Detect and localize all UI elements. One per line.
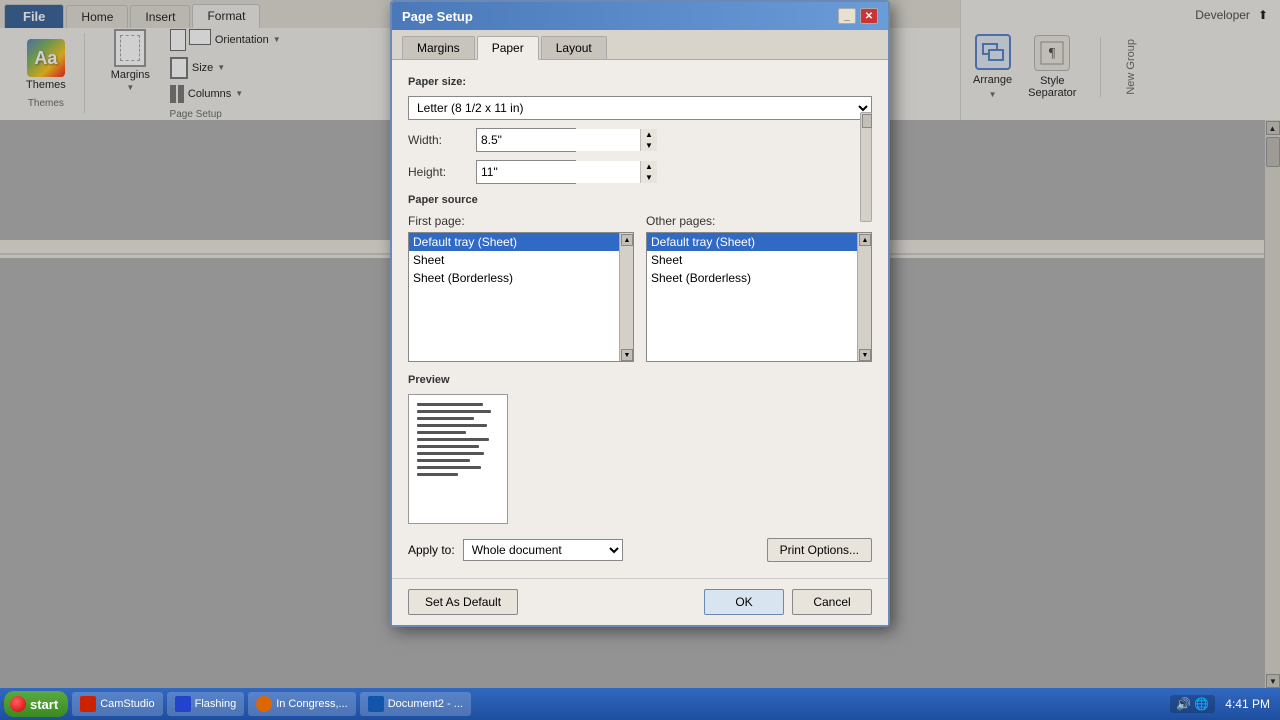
- other-pages-item-2[interactable]: Sheet (Borderless): [647, 269, 871, 287]
- camstudio-label: CamStudio: [100, 698, 154, 710]
- browser-label: In Congress,...: [276, 698, 348, 710]
- first-page-item-2[interactable]: Sheet (Borderless): [409, 269, 633, 287]
- camstudio-icon: [80, 696, 96, 712]
- systray-icons: 🔊 🌐: [1176, 697, 1209, 711]
- dialog-scroll-thumb: [862, 114, 872, 128]
- preview-line-2: [417, 410, 491, 413]
- preview-label: Preview: [408, 374, 872, 386]
- word-icon: [368, 696, 384, 712]
- systray: 🔊 🌐: [1170, 695, 1215, 713]
- paper-source-section: Paper source First page: Default tray (S…: [408, 194, 872, 362]
- word-label: Document2 - ...: [388, 698, 463, 710]
- taskbar-item-camstudio[interactable]: CamStudio: [72, 692, 162, 716]
- taskbar-item-browser[interactable]: In Congress,...: [248, 692, 356, 716]
- footer-right: OK Cancel: [704, 589, 872, 615]
- preview-line-6: [417, 438, 489, 441]
- height-spinner-btns: ▲ ▼: [640, 161, 657, 183]
- taskbar-time: 4:41 PM: [1219, 695, 1276, 713]
- first-page-scrollbar[interactable]: ▲ ▼: [619, 233, 633, 361]
- cancel-button[interactable]: Cancel: [792, 589, 872, 615]
- dialog-tab-paper[interactable]: Paper: [477, 36, 539, 60]
- start-label: start: [30, 697, 58, 712]
- paper-source-label: Paper source: [408, 194, 872, 206]
- start-orb-icon: [10, 696, 26, 712]
- width-up-btn[interactable]: ▲: [641, 129, 657, 140]
- dialog-close-btn[interactable]: ✕: [860, 8, 878, 24]
- start-button[interactable]: start: [4, 691, 68, 717]
- other-pages-group: Other pages: Default tray (Sheet) Sheet …: [646, 214, 872, 362]
- width-row: Width: 8.5" ▲ ▼: [408, 128, 872, 152]
- apply-to-label: Apply to:: [408, 543, 455, 557]
- width-spinner-btns: ▲ ▼: [640, 129, 657, 151]
- preview-line-1: [417, 403, 483, 406]
- browser-icon: [256, 696, 272, 712]
- first-page-group: First page: Default tray (Sheet) Sheet S…: [408, 214, 634, 362]
- dialog-minimize-btn[interactable]: _: [838, 8, 856, 24]
- other-pages-label: Other pages:: [646, 214, 872, 228]
- preview-line-7: [417, 445, 479, 448]
- preview-line-11: [417, 473, 458, 476]
- apply-to-select[interactable]: Whole document This point forward: [463, 539, 623, 561]
- width-label: Width:: [408, 133, 468, 147]
- preview-line-4: [417, 424, 487, 427]
- other-pages-item-1[interactable]: Sheet: [647, 251, 871, 269]
- dialog-title: Page Setup: [402, 9, 473, 24]
- preview-box: [408, 394, 508, 524]
- dialog-tab-layout[interactable]: Layout: [541, 36, 607, 59]
- first-page-label: First page:: [408, 214, 634, 228]
- preview-line-8: [417, 452, 484, 455]
- other-pages-item-0[interactable]: Default tray (Sheet): [647, 233, 871, 251]
- preview-line-10: [417, 466, 481, 469]
- preview-line-5: [417, 431, 466, 434]
- dialog-footer: Set As Default OK Cancel: [392, 578, 888, 625]
- other-pages-scrollbar[interactable]: ▲ ▼: [857, 233, 871, 361]
- dialog-titlebar: Page Setup _ ✕: [392, 2, 888, 30]
- apply-to-row: Apply to: Whole document This point forw…: [408, 538, 872, 562]
- preview-section: Preview: [408, 374, 872, 524]
- other-pages-scroll-down[interactable]: ▼: [859, 349, 871, 361]
- first-page-item-1[interactable]: Sheet: [409, 251, 633, 269]
- flashing-label: Flashing: [195, 698, 237, 710]
- dialog-right-scrollbar[interactable]: [860, 112, 872, 222]
- first-page-scroll-up[interactable]: ▲: [621, 234, 633, 246]
- first-page-list[interactable]: Default tray (Sheet) Sheet Sheet (Border…: [408, 232, 634, 362]
- taskbar: start CamStudio Flashing In Congress,...…: [0, 688, 1280, 720]
- height-label: Height:: [408, 165, 468, 179]
- paper-size-select[interactable]: Letter (8 1/2 x 11 in) Legal (8 1/2 x 14…: [408, 96, 872, 120]
- height-input[interactable]: 11": [477, 161, 640, 183]
- paper-size-row: Letter (8 1/2 x 11 in) Legal (8 1/2 x 14…: [408, 96, 872, 120]
- dialog-tab-margins[interactable]: Margins: [402, 36, 475, 59]
- paper-size-section-label: Paper size:: [408, 76, 872, 88]
- width-down-btn[interactable]: ▼: [641, 140, 657, 151]
- other-pages-list[interactable]: Default tray (Sheet) Sheet Sheet (Border…: [646, 232, 872, 362]
- page-setup-dialog: Page Setup _ ✕ Margins Paper Layout Pape…: [390, 0, 890, 627]
- dialog-controls: _ ✕: [838, 8, 878, 24]
- first-page-item-0[interactable]: Default tray (Sheet): [409, 233, 633, 251]
- width-spinner: 8.5" ▲ ▼: [476, 128, 576, 152]
- flashing-icon: [175, 696, 191, 712]
- taskbar-item-flashing[interactable]: Flashing: [167, 692, 245, 716]
- taskbar-item-word[interactable]: Document2 - ...: [360, 692, 471, 716]
- footer-left: Set As Default: [408, 589, 518, 615]
- height-up-btn[interactable]: ▲: [641, 161, 657, 172]
- print-options-button[interactable]: Print Options...: [767, 538, 872, 562]
- ok-button[interactable]: OK: [704, 589, 784, 615]
- dialog-body: Paper size: Letter (8 1/2 x 11 in) Legal…: [392, 60, 888, 578]
- set-as-default-button[interactable]: Set As Default: [408, 589, 518, 615]
- paper-source-row: First page: Default tray (Sheet) Sheet S…: [408, 214, 872, 362]
- height-spinner: 11" ▲ ▼: [476, 160, 576, 184]
- other-pages-scroll-up[interactable]: ▲: [859, 234, 871, 246]
- first-page-scroll-down[interactable]: ▼: [621, 349, 633, 361]
- preview-line-3: [417, 417, 474, 420]
- height-down-btn[interactable]: ▼: [641, 172, 657, 183]
- width-input[interactable]: 8.5": [477, 129, 640, 151]
- taskbar-right: 🔊 🌐 4:41 PM: [1170, 695, 1276, 713]
- dialog-tab-bar: Margins Paper Layout: [392, 30, 888, 60]
- height-row: Height: 11" ▲ ▼: [408, 160, 872, 184]
- preview-line-9: [417, 459, 470, 462]
